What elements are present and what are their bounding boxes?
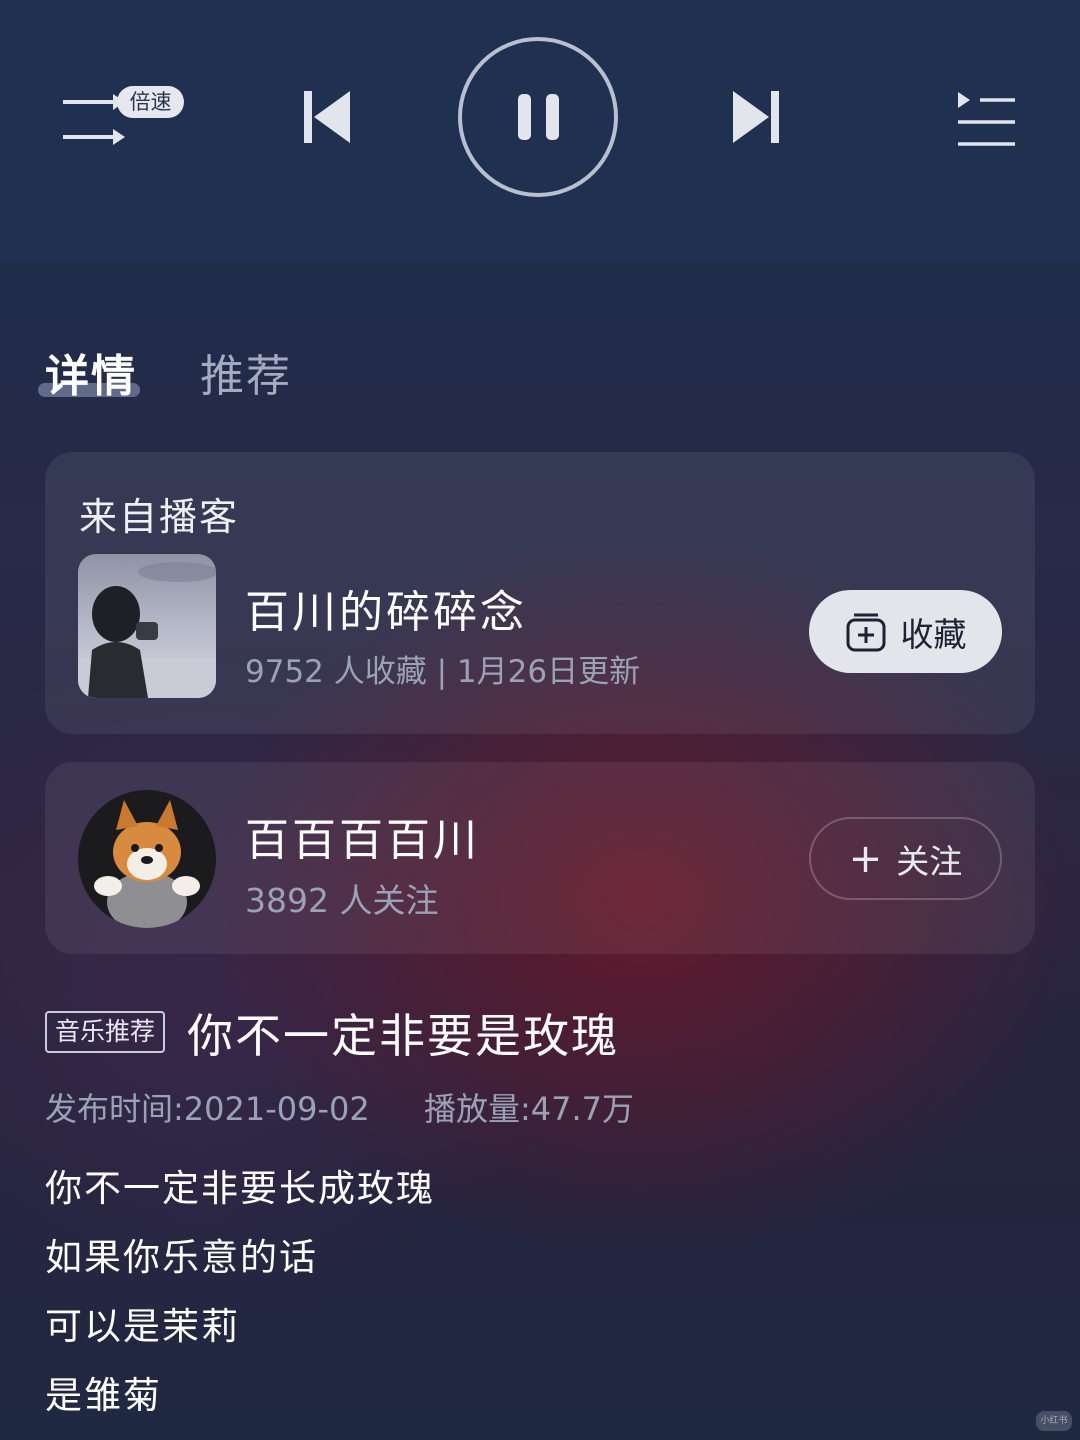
collect-label: 收藏 xyxy=(900,614,967,654)
plus-icon: + xyxy=(848,835,883,882)
skip-next-icon xyxy=(733,91,779,143)
podcast-card[interactable]: 来自播客 百川的碎碎念 9752 人收藏 | 1月26日更新 收藏 xyxy=(45,452,1035,734)
description-line: 如果你乐意的话 xyxy=(45,1236,318,1279)
tab-recommend[interactable]: 推荐 xyxy=(200,340,292,404)
description-line: 可以是茉莉 xyxy=(45,1305,240,1348)
collect-button[interactable]: 收藏 xyxy=(809,590,1002,673)
playback-speed-badge[interactable]: 倍速 xyxy=(117,86,184,118)
next-button[interactable] xyxy=(727,86,785,148)
add-to-collection-icon xyxy=(846,613,885,651)
pause-icon xyxy=(518,94,559,140)
pause-button[interactable] xyxy=(458,37,618,197)
follow-label: 关注 xyxy=(896,841,963,881)
author-card[interactable]: 百百百百川 3892 人关注 + 关注 xyxy=(45,762,1035,954)
episode-title: 你不一定非要是玫瑰 xyxy=(187,1009,619,1063)
play-count: 播放量:47.7万 xyxy=(424,1090,635,1128)
section-title: 来自播客 xyxy=(79,495,240,539)
description-line: 你不一定非要长成玫瑰 xyxy=(45,1167,435,1210)
watermark-logo: 小红书 xyxy=(1036,1411,1072,1431)
previous-button[interactable] xyxy=(298,86,356,148)
author-name[interactable]: 百百百百川 xyxy=(245,804,480,868)
skip-previous-icon xyxy=(304,91,350,143)
tab-details[interactable]: 详情 xyxy=(45,340,137,404)
playlist-button[interactable] xyxy=(950,86,1020,152)
player-control-bar: 倍速 xyxy=(0,0,1080,262)
publish-time: 发布时间:2021-09-02 xyxy=(45,1090,370,1128)
podcast-name[interactable]: 百川的碎碎念 xyxy=(245,576,527,640)
author-followers: 3892 人关注 xyxy=(245,881,439,920)
playlist-icon xyxy=(958,92,1015,146)
podcast-stats: 9752 人收藏 | 1月26日更新 xyxy=(245,654,641,690)
category-tag: 音乐推荐 xyxy=(45,1011,166,1053)
author-avatar[interactable] xyxy=(78,790,216,928)
follow-button[interactable]: + 关注 xyxy=(809,817,1002,900)
description-line: 是雏菊 xyxy=(45,1374,162,1417)
podcast-cover-image[interactable] xyxy=(78,554,216,698)
